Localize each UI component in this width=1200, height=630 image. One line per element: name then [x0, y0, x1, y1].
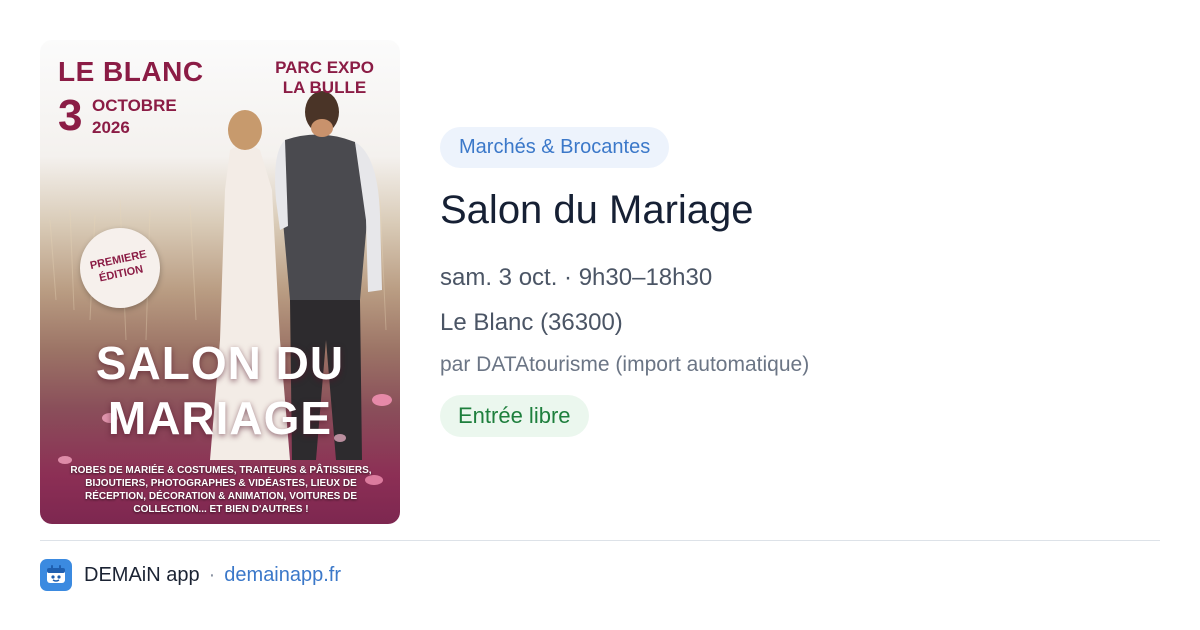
footer-separator: · [208, 563, 216, 586]
app-domain-link[interactable]: demainapp.fr [224, 564, 341, 587]
poster-description: ROBES DE MARIÉE & COSTUMES, TRAITEURS & … [70, 465, 372, 515]
app-name: DEMAiN app [84, 563, 200, 586]
footer-divider [40, 540, 1160, 541]
poster-day: 3 [58, 91, 83, 140]
poster-badge-text: PREMIERE ÉDITION [89, 248, 148, 285]
footer: DEMAiN app · demainapp.fr [40, 559, 341, 591]
poster-year: 2026 [92, 118, 130, 137]
price-badge: Entrée libre [440, 395, 589, 437]
event-poster[interactable]: LE BLANC 3 OCTOBRE 2026 PARC EXPO LA BUL… [40, 40, 400, 524]
poster-venue: PARC EXPO LA BULLE [275, 58, 374, 97]
poster-title: SALON DU MARIAGE [95, 337, 345, 445]
poster-city: LE BLANC [58, 56, 204, 87]
app-logo-icon [40, 559, 72, 591]
event-datetime: sam. 3 oct. · 9h30–18h30 [440, 264, 713, 291]
event-source: par DATAtourisme (import automatique) [440, 353, 810, 376]
poster-month: OCTOBRE [92, 96, 177, 115]
event-title: Salon du Mariage [440, 188, 754, 232]
event-location: Le Blanc (36300) [440, 309, 623, 336]
category-tag[interactable]: Marchés & Brocantes [440, 127, 670, 168]
